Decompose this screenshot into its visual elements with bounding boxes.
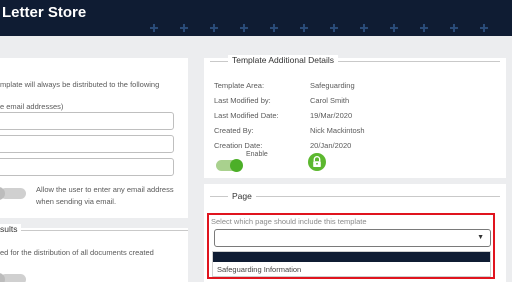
template-area-value: Safeguarding — [310, 81, 355, 90]
app-title: Letter Store — [2, 4, 87, 21]
decorative-plus-icon — [180, 24, 188, 32]
email-field-3[interactable] — [0, 158, 174, 176]
enable-toggle[interactable] — [216, 159, 243, 172]
distribution-description: mplate will always be distributed to the… — [0, 80, 160, 89]
decorative-plus-icon — [450, 24, 458, 32]
last-modified-date-value: 19/Mar/2020 — [310, 111, 353, 120]
results-description: ed for the distribution of all documents… — [0, 248, 154, 257]
email-addresses-label: e email addresses) — [0, 102, 64, 111]
allow-any-email-label-2: when sending via email. — [36, 197, 117, 206]
results-toggle[interactable] — [0, 273, 26, 282]
allow-any-email-label: Allow the user to enter any email addres… — [36, 185, 174, 194]
decorative-plus-icon — [210, 24, 218, 32]
page-select-label: Select which page should include this te… — [211, 217, 367, 226]
distribution-panel: mplate will always be distributed to the… — [0, 58, 188, 218]
email-field-2[interactable] — [0, 135, 174, 153]
page-dropdown-list: Safeguarding Information — [212, 251, 491, 277]
decorative-plus-icon — [150, 24, 158, 32]
dropdown-option-safeguarding-information[interactable]: Safeguarding Information — [217, 265, 301, 274]
template-details-legend: Template Additional Details — [228, 55, 339, 65]
last-modified-date-label: Last Modified Date: — [214, 111, 279, 120]
last-modified-by-value: Carol Smith — [310, 96, 350, 105]
creation-date-value: 20/Jan/2020 — [310, 141, 352, 150]
created-by-value: Nick Mackintosh — [310, 126, 365, 135]
decorative-plus-icon — [420, 24, 428, 32]
fieldset-border — [0, 230, 188, 231]
results-heading: sults — [0, 224, 22, 234]
page-select[interactable]: ▼ — [214, 229, 491, 247]
chevron-down-icon[interactable]: ▼ — [477, 234, 484, 241]
decorative-plus-icon — [330, 24, 338, 32]
enable-label: Enable — [246, 151, 268, 158]
allow-any-email-toggle[interactable] — [0, 187, 26, 200]
lock-icon[interactable] — [308, 153, 326, 171]
created-by-label: Created By: — [214, 126, 254, 135]
decorative-plus-icon — [240, 24, 248, 32]
last-modified-by-label: Last Modified by: — [214, 96, 271, 105]
dropdown-option-empty[interactable] — [213, 252, 490, 262]
decorative-plus-icon — [480, 24, 488, 32]
decorative-plus-icon — [360, 24, 368, 32]
template-details-panel: Template Additional Details Template Are… — [204, 55, 506, 178]
template-area-label: Template Area: — [214, 81, 265, 90]
decorative-plus-icon — [300, 24, 308, 32]
app-header: Letter Store — [0, 0, 512, 36]
creation-date-label: Creation Date: — [214, 141, 263, 150]
decorative-plus-icon — [270, 24, 278, 32]
results-panel: sults ed for the distribution of all doc… — [0, 224, 188, 282]
page-legend: Page — [228, 191, 256, 201]
decorative-plus-icon — [390, 24, 398, 32]
email-field-1[interactable] — [0, 112, 174, 130]
